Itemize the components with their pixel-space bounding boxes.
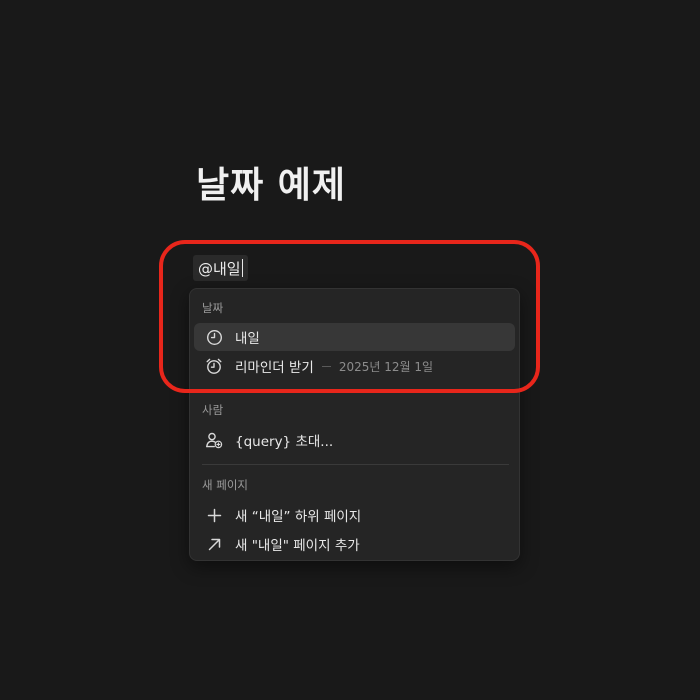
mention-menu: 날짜 내일 리마인더 받기 2025년 12월 1일 사람 {query} 초대…: [189, 288, 520, 561]
arrow-up-right-icon: [204, 534, 224, 554]
menu-item-tomorrow[interactable]: 내일: [194, 323, 515, 351]
separator-dash: [321, 365, 331, 367]
divider: [202, 464, 509, 465]
page-title: 날짜 예제: [196, 165, 347, 206]
mention-text: @내일: [198, 259, 241, 278]
mention-input[interactable]: @내일: [193, 255, 249, 281]
divider: [202, 389, 509, 390]
page: 날짜 예제 @내일 날짜 내일 리마인더 받기 2025년 12월 1일 사람 …: [0, 0, 700, 700]
menu-item-add-page[interactable]: 새 "내일" 페이지 추가: [194, 530, 515, 558]
section-label-new-page: 새 페이지: [202, 478, 248, 492]
menu-item-label: 리마인더 받기: [235, 360, 314, 376]
menu-item-label: {query} 초대...: [235, 434, 334, 450]
reminder-date: 2025년 12월 1일: [338, 359, 434, 374]
add-person-icon: [204, 430, 224, 450]
text-caret: [241, 259, 244, 277]
menu-item-label: 내일: [235, 331, 260, 347]
section-label-people: 사람: [202, 403, 224, 417]
menu-item-new-subpage[interactable]: 새 “내일” 하위 페이지: [194, 501, 515, 529]
section-label-date: 날짜: [202, 301, 224, 315]
menu-item-label: 새 “내일” 하위 페이지: [235, 509, 362, 525]
plus-icon: [204, 505, 224, 525]
menu-item-invite[interactable]: {query} 초대...: [194, 426, 515, 454]
clock-icon: [204, 327, 224, 347]
menu-item-reminder[interactable]: 리마인더 받기 2025년 12월 1일: [194, 352, 515, 380]
alarm-clock-icon: [204, 356, 224, 376]
menu-item-label: 새 "내일" 페이지 추가: [235, 538, 360, 554]
